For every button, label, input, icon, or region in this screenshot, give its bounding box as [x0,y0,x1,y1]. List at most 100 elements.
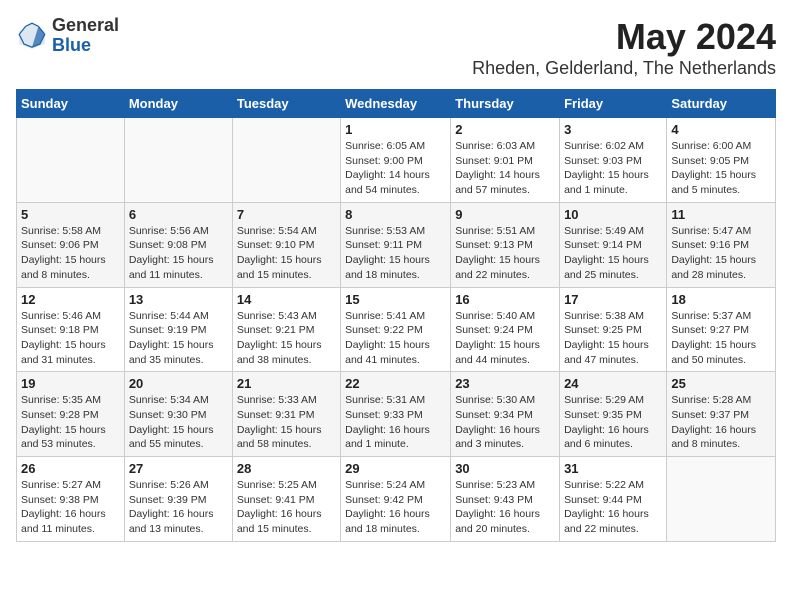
day-number: 5 [21,207,120,222]
day-number: 17 [564,292,662,307]
calendar-cell: 5 Sunrise: 5:58 AM Sunset: 9:06 PM Daylig… [17,202,125,287]
day-info: Sunrise: 5:43 AM Sunset: 9:21 PM Dayligh… [237,309,336,368]
calendar-cell: 21Sunrise: 5:33 AM Sunset: 9:31 PM Dayli… [232,372,340,457]
week-row-1: 1 Sunrise: 6:05 AM Sunset: 9:00 PM Daylig… [17,118,776,203]
calendar-cell: 2 Sunrise: 6:03 AM Sunset: 9:01 PM Daylig… [451,118,560,203]
day-of-week-wednesday: Wednesday [341,90,451,118]
calendar-cell: 14 Sunrise: 5:43 AM Sunset: 9:21 PM Dayli… [232,287,340,372]
day-number: 23 [455,376,555,391]
calendar-cell: 8 Sunrise: 5:53 AM Sunset: 9:11 PM Daylig… [341,202,451,287]
calendar-cell [124,118,232,203]
day-info: Sunrise: 5:24 AM Sunset: 9:42 PM Dayligh… [345,478,446,537]
calendar-cell: 13 Sunrise: 5:44 AM Sunset: 9:19 PM Dayli… [124,287,232,372]
week-row-5: 26 Sunrise: 5:27 AM Sunset: 9:38 PM Dayli… [17,457,776,542]
calendar-cell: 23 Sunrise: 5:30 AM Sunset: 9:34 PM Dayli… [451,372,560,457]
calendar-cell: 16Sunrise: 5:40 AM Sunset: 9:24 PM Dayli… [451,287,560,372]
calendar-cell: 24 Sunrise: 5:29 AM Sunset: 9:35 PM Dayli… [560,372,667,457]
day-number: 10 [564,207,662,222]
calendar-cell: 25Sunrise: 5:28 AM Sunset: 9:37 PM Dayli… [667,372,776,457]
calendar-cell: 4 Sunrise: 6:00 AM Sunset: 9:05 PM Daylig… [667,118,776,203]
page-header: General Blue May 2024 Rheden, Gelderland… [16,16,776,79]
day-number: 9 [455,207,555,222]
day-info: Sunrise: 5:47 AM Sunset: 9:16 PM Dayligh… [671,224,771,283]
day-info: Sunrise: 5:25 AM Sunset: 9:41 PM Dayligh… [237,478,336,537]
calendar-cell: 11 Sunrise: 5:47 AM Sunset: 9:16 PM Dayli… [667,202,776,287]
day-number: 31 [564,461,662,476]
calendar-cell: 9 Sunrise: 5:51 AM Sunset: 9:13 PM Daylig… [451,202,560,287]
day-number: 15 [345,292,446,307]
day-info: Sunrise: 6:03 AM Sunset: 9:01 PM Dayligh… [455,139,555,198]
day-info: Sunrise: 5:44 AM Sunset: 9:19 PM Dayligh… [129,309,228,368]
calendar-cell: 10 Sunrise: 5:49 AM Sunset: 9:14 PM Dayli… [560,202,667,287]
calendar-header-row: SundayMondayTuesdayWednesdayThursdayFrid… [17,90,776,118]
day-number: 8 [345,207,446,222]
day-info: Sunrise: 5:40 AM Sunset: 9:24 PM Dayligh… [455,309,555,368]
week-row-2: 5 Sunrise: 5:58 AM Sunset: 9:06 PM Daylig… [17,202,776,287]
calendar-cell: 20 Sunrise: 5:34 AM Sunset: 9:30 PM Dayli… [124,372,232,457]
day-info: Sunrise: 5:51 AM Sunset: 9:13 PM Dayligh… [455,224,555,283]
day-number: 3 [564,122,662,137]
day-number: 24 [564,376,662,391]
day-number: 4 [671,122,771,137]
day-number: 28 [237,461,336,476]
calendar-cell: 31Sunrise: 5:22 AM Sunset: 9:44 PM Dayli… [560,457,667,542]
day-number: 14 [237,292,336,307]
day-of-week-friday: Friday [560,90,667,118]
calendar-cell: 19Sunrise: 5:35 AM Sunset: 9:28 PM Dayli… [17,372,125,457]
day-info: Sunrise: 5:29 AM Sunset: 9:35 PM Dayligh… [564,393,662,452]
day-info: Sunrise: 5:38 AM Sunset: 9:25 PM Dayligh… [564,309,662,368]
calendar-cell: 15 Sunrise: 5:41 AM Sunset: 9:22 PM Dayli… [341,287,451,372]
title-block: May 2024 Rheden, Gelderland, The Netherl… [472,16,776,79]
calendar-cell: 1 Sunrise: 6:05 AM Sunset: 9:00 PM Daylig… [341,118,451,203]
day-number: 26 [21,461,120,476]
day-number: 1 [345,122,446,137]
calendar-cell: 29 Sunrise: 5:24 AM Sunset: 9:42 PM Dayli… [341,457,451,542]
logo-text: General Blue [52,16,119,56]
calendar-cell: 6Sunrise: 5:56 AM Sunset: 9:08 PM Daylig… [124,202,232,287]
day-info: Sunrise: 5:41 AM Sunset: 9:22 PM Dayligh… [345,309,446,368]
day-number: 7 [237,207,336,222]
day-info: Sunrise: 5:30 AM Sunset: 9:34 PM Dayligh… [455,393,555,452]
calendar-cell: 28 Sunrise: 5:25 AM Sunset: 9:41 PM Dayli… [232,457,340,542]
day-of-week-saturday: Saturday [667,90,776,118]
day-info: Sunrise: 5:53 AM Sunset: 9:11 PM Dayligh… [345,224,446,283]
day-of-week-thursday: Thursday [451,90,560,118]
day-number: 29 [345,461,446,476]
day-number: 2 [455,122,555,137]
day-number: 19 [21,376,120,391]
day-info: Sunrise: 6:05 AM Sunset: 9:00 PM Dayligh… [345,139,446,198]
day-info: Sunrise: 6:02 AM Sunset: 9:03 PM Dayligh… [564,139,662,198]
logo-blue: Blue [52,36,119,56]
day-number: 22 [345,376,446,391]
day-of-week-monday: Monday [124,90,232,118]
day-info: Sunrise: 5:34 AM Sunset: 9:30 PM Dayligh… [129,393,228,452]
day-info: Sunrise: 5:46 AM Sunset: 9:18 PM Dayligh… [21,309,120,368]
day-number: 11 [671,207,771,222]
calendar-cell: 17 Sunrise: 5:38 AM Sunset: 9:25 PM Dayli… [560,287,667,372]
day-number: 13 [129,292,228,307]
day-number: 12 [21,292,120,307]
logo-general: General [52,16,119,36]
logo: General Blue [16,16,119,56]
calendar-table: SundayMondayTuesdayWednesdayThursdayFrid… [16,89,776,542]
calendar-cell [17,118,125,203]
day-info: Sunrise: 5:27 AM Sunset: 9:38 PM Dayligh… [21,478,120,537]
day-info: Sunrise: 5:31 AM Sunset: 9:33 PM Dayligh… [345,393,446,452]
calendar-cell: 3 Sunrise: 6:02 AM Sunset: 9:03 PM Daylig… [560,118,667,203]
day-info: Sunrise: 5:33 AM Sunset: 9:31 PM Dayligh… [237,393,336,452]
day-of-week-sunday: Sunday [17,90,125,118]
day-info: Sunrise: 6:00 AM Sunset: 9:05 PM Dayligh… [671,139,771,198]
calendar-cell [232,118,340,203]
day-number: 20 [129,376,228,391]
calendar-cell: 27Sunrise: 5:26 AM Sunset: 9:39 PM Dayli… [124,457,232,542]
month-year: May 2024 [472,16,776,58]
day-number: 27 [129,461,228,476]
week-row-4: 19Sunrise: 5:35 AM Sunset: 9:28 PM Dayli… [17,372,776,457]
day-info: Sunrise: 5:49 AM Sunset: 9:14 PM Dayligh… [564,224,662,283]
logo-icon [16,20,48,52]
day-number: 30 [455,461,555,476]
day-number: 25 [671,376,771,391]
day-number: 6 [129,207,228,222]
calendar-cell: 7Sunrise: 5:54 AM Sunset: 9:10 PM Daylig… [232,202,340,287]
day-info: Sunrise: 5:58 AM Sunset: 9:06 PM Dayligh… [21,224,120,283]
